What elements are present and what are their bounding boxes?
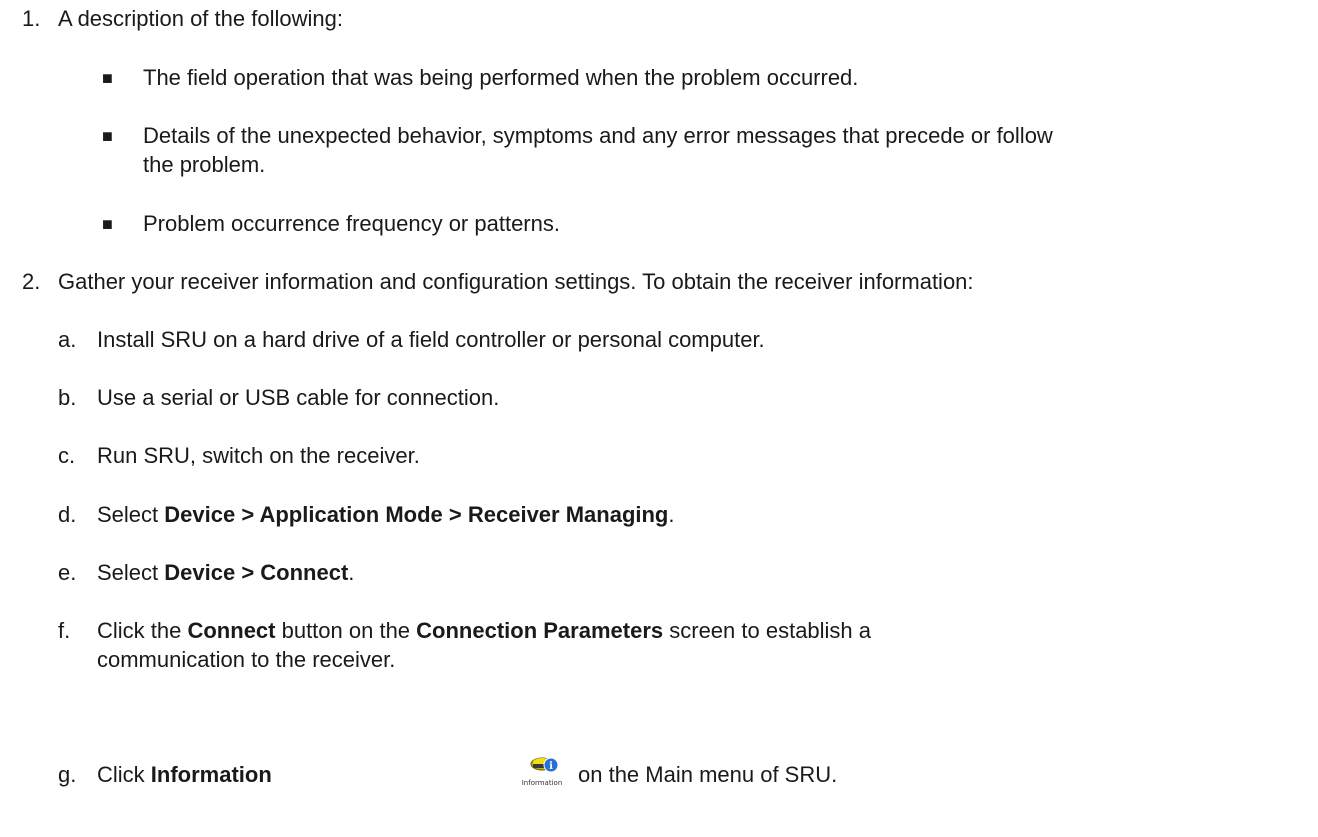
step-e-text: Select Device > Connect. [97,560,355,585]
item-2-text: Gather your receiver information and con… [58,269,974,294]
menu-path: Device > Application Mode > Receiver Man… [164,502,669,527]
receiver-info-icon: i Information [522,757,563,787]
step-f-text-line1: Click the Connect button on the Connecti… [97,618,872,643]
step-a-marker: a. [58,327,77,352]
step-c-text: Run SRU, switch on the receiver. [97,443,420,468]
svg-text:i: i [549,761,553,772]
step-b-text: Use a serial or USB cable for connection… [97,385,500,410]
bullet-marker: ■ [102,214,113,234]
information-icon: i Information [508,751,576,791]
step-f-marker: f. [58,618,71,643]
item-1-number: 1. [22,6,41,31]
item-2-number: 2. [22,269,41,294]
screen-name: Connection Parameters [416,618,664,643]
step-e-marker: e. [58,560,77,585]
menu-path: Device > Connect [164,560,349,585]
step-g-text-pre: Click Information [97,762,272,787]
bullet-3-text: Problem occurrence frequency or patterns… [143,211,560,236]
step-a-text: Install SRU on a hard drive of a field c… [97,327,765,352]
item-1-text: A description of the following: [58,6,343,31]
step-d-marker: d. [58,502,77,527]
bullet-1-text: The field operation that was being perfo… [143,65,859,90]
information-label: Information [150,762,272,787]
step-g-text-post: on the Main menu of SRU. [578,762,838,787]
bullet-2-text-line1: Details of the unexpected behavior, symp… [143,123,1053,148]
step-f-text-line2: communication to the receiver. [97,647,396,672]
bullet-marker: ■ [102,126,113,146]
step-g-marker: g. [58,762,77,787]
information-icon-label: Information [522,779,563,787]
step-b-marker: b. [58,385,77,410]
connect-button-name: Connect [187,618,276,643]
bullet-2-text-line2: the problem. [143,152,266,177]
bullet-marker: ■ [102,68,113,88]
step-d-text: Select Device > Application Mode > Recei… [97,502,675,527]
step-c-marker: c. [58,443,76,468]
